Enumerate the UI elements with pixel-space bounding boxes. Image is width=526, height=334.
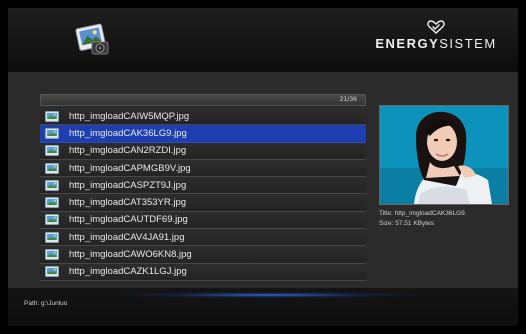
image-file-icon — [45, 180, 59, 191]
image-file-icon — [45, 266, 59, 277]
photo-viewer-icon — [75, 23, 109, 55]
file-list-item[interactable]: http_imgloadCAIW5MQP.jpg — [40, 108, 366, 126]
file-list: http_imgloadCAIW5MQP.jpg http_imgloadCAK3… — [40, 108, 366, 281]
file-list-item[interactable]: http_imgloadCAV4JA91.jpg — [40, 229, 366, 247]
brand-name: ENERGYSISTEM — [375, 36, 497, 51]
preview-info: Title: http_imgloadCAK36LG9. Size: 57.51… — [379, 209, 515, 229]
file-name: http_imgloadCAPMGB9V.jpg — [69, 162, 191, 174]
file-list-item[interactable]: http_imgloadCAT353YR.jpg — [40, 194, 366, 212]
list-header: 21/36 — [40, 94, 366, 106]
preview-title: Title: http_imgloadCAK36LG9. — [379, 210, 467, 217]
footer-glow — [118, 292, 418, 298]
file-list-item[interactable]: http_imgloadCAUTDF69.jpg — [40, 211, 366, 230]
file-name: http_imgloadCAK36LG9.jpg — [69, 127, 187, 139]
image-preview — [379, 105, 509, 205]
brand-logo: ENERGYSISTEM — [366, 20, 506, 60]
file-name: http_imgloadCAT353YR.jpg — [69, 197, 187, 209]
image-file-icon — [45, 249, 59, 260]
image-file-icon — [45, 214, 59, 225]
header-bar: ENERGYSISTEM — [8, 8, 518, 72]
image-file-icon — [45, 232, 59, 243]
media-player-screen: ENERGYSISTEM 21/36 http_imgloadCAIW5MQP.… — [8, 8, 518, 326]
file-list-item[interactable]: http_imgloadCAN2RZDI.jpg — [40, 142, 366, 160]
file-name: http_imgloadCAIW5MQP.jpg — [69, 110, 190, 122]
image-file-icon — [45, 145, 59, 156]
file-list-item[interactable]: http_imgloadCAK36LG9.jpg — [40, 125, 366, 143]
item-counter: 21/36 — [339, 96, 357, 103]
file-name: http_imgloadCAN2RZDI.jpg — [69, 145, 187, 157]
file-list-item[interactable]: http_imgloadCAZK1LGJ.jpg — [40, 263, 366, 281]
current-path: Path: g:\Junluo — [24, 300, 68, 307]
image-file-icon — [45, 111, 59, 122]
file-name: http_imgloadCAWO6KN8.jpg — [69, 249, 192, 261]
file-name: http_imgloadCAZK1LGJ.jpg — [69, 266, 187, 278]
preview-size: Size: 57.51 KBytes — [379, 220, 434, 227]
image-file-icon — [45, 128, 59, 139]
file-list-item[interactable]: http_imgloadCASPZT9J.jpg — [40, 177, 366, 195]
file-list-panel: 21/36 http_imgloadCAIW5MQP.jpg http_imglo… — [40, 94, 366, 281]
file-name: http_imgloadCAUTDF69.jpg — [69, 214, 188, 226]
heart-check-icon — [427, 20, 445, 34]
image-file-icon — [45, 163, 59, 174]
file-list-item[interactable]: http_imgloadCAPMGB9V.jpg — [40, 159, 366, 178]
file-list-item[interactable]: http_imgloadCAWO6KN8.jpg — [40, 246, 366, 264]
file-name: http_imgloadCAV4JA91.jpg — [69, 231, 185, 243]
image-file-icon — [45, 197, 59, 208]
file-name: http_imgloadCASPZT9J.jpg — [69, 179, 187, 191]
